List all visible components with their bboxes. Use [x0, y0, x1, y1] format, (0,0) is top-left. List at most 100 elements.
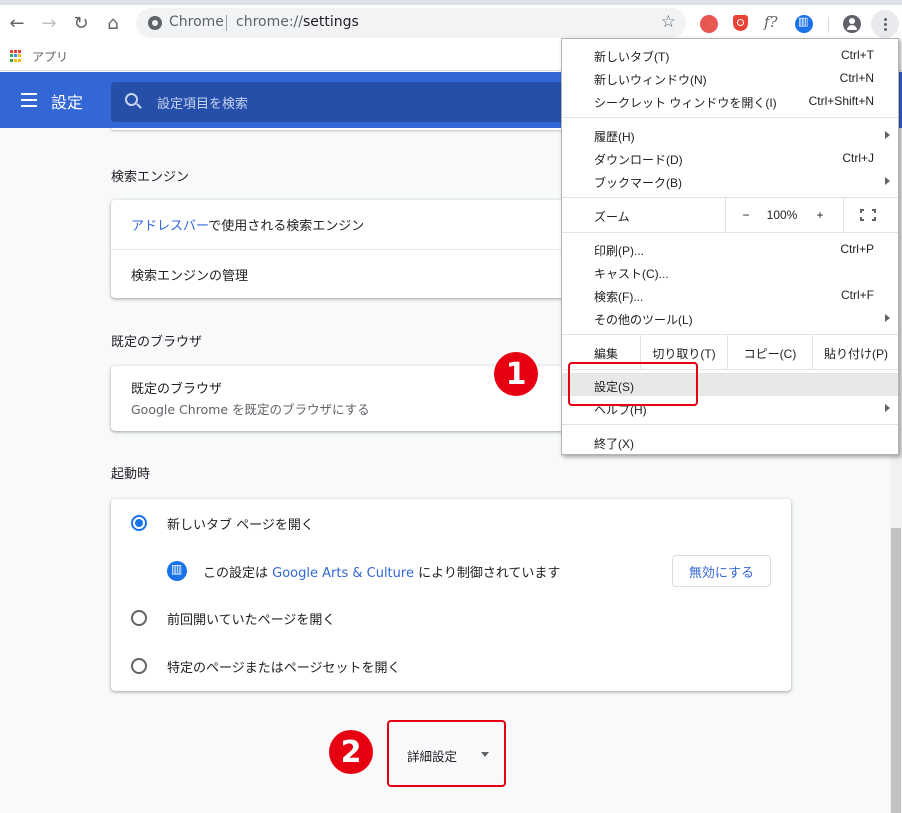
apps-bookmark[interactable]: アプリ — [32, 48, 68, 65]
default-browser-row-title: 既定のブラウザ — [131, 382, 223, 397]
menu-label: 履歴(H) — [594, 130, 635, 144]
red-extension-icon[interactable] — [700, 15, 718, 33]
policy-prefix: この設定は — [203, 566, 273, 581]
cut-button[interactable]: 切り取り(T) — [641, 345, 727, 362]
arrow-right-icon: → — [41, 12, 57, 34]
home-button[interactable]: ⌂ — [99, 9, 127, 37]
reload-icon: ↻ — [73, 12, 89, 34]
advanced-label: 詳細設定 — [407, 749, 458, 764]
menu-label: 新しいタブ(T) — [594, 50, 670, 64]
hamburger-menu-icon[interactable] — [21, 93, 37, 107]
url-text[interactable]: chrome://settings — [236, 14, 359, 30]
row-label: 検索エンジンの管理 — [131, 268, 249, 284]
menu-item-bookmarks[interactable]: ブックマーク(B) — [562, 169, 898, 192]
menu-separator — [562, 232, 898, 233]
submenu-arrow-icon — [885, 404, 890, 412]
back-button[interactable]: ← — [3, 9, 31, 37]
chrome-menu-button[interactable] — [871, 10, 899, 38]
annotation-badge-2: 2 — [329, 730, 373, 774]
copy-button[interactable]: コピー(C) — [728, 345, 812, 362]
menu-label: ダウンロード(D) — [594, 153, 683, 167]
address-bar[interactable]: Chrome chrome://settings ☆ — [136, 8, 686, 38]
menu-label: 新しいウィンドウ(N) — [594, 73, 707, 87]
default-browser-row-subtitle: Google Chrome を既定のブラウザにする — [131, 402, 370, 417]
menu-label: 検索(F)... — [594, 290, 644, 304]
page-title: 設定 — [51, 93, 84, 112]
disable-extension-button[interactable]: 無効にする — [672, 555, 771, 587]
paste-button[interactable]: 貼り付け(P) — [813, 345, 899, 362]
menu-shortcut: Ctrl+N — [839, 71, 874, 85]
zoom-level: 100% — [766, 208, 798, 222]
radio-button[interactable] — [131, 515, 147, 531]
menu-item-history[interactable]: 履歴(H) — [562, 123, 898, 146]
menu-divider — [843, 198, 844, 232]
dropdown-arrow-icon — [481, 752, 489, 757]
shield-extension-icon[interactable] — [733, 15, 748, 31]
profile-avatar-icon[interactable] — [843, 15, 861, 33]
menu-label: 印刷(P)... — [594, 244, 644, 258]
url-path: settings — [303, 14, 359, 30]
menu-separator — [562, 424, 898, 425]
menu-row-zoom: ズーム − 100% + — [562, 198, 898, 232]
arrow-left-icon: ← — [9, 12, 25, 34]
menu-item-cast[interactable]: キャスト(C)... — [562, 260, 898, 283]
section-title-default-browser: 既定のブラウザ — [111, 335, 203, 350]
advanced-settings-button[interactable]: 詳細設定 — [387, 720, 506, 787]
forward-button[interactable]: → — [35, 9, 63, 37]
menu-item-print[interactable]: 印刷(P)... Ctrl+P — [562, 237, 898, 260]
apps-grid-icon[interactable] — [10, 50, 22, 62]
menu-shortcut: Ctrl+F — [841, 288, 874, 302]
reload-button[interactable]: ↻ — [67, 9, 95, 37]
menu-item-exit[interactable]: 終了(X) — [562, 430, 898, 453]
menu-item-new-tab[interactable]: 新しいタブ(T) Ctrl+T — [562, 43, 898, 66]
font-detect-extension-icon[interactable]: f? — [764, 13, 788, 31]
kebab-dot-icon — [883, 17, 887, 21]
menu-label: ブックマーク(B) — [594, 176, 682, 190]
submenu-arrow-icon — [885, 177, 890, 185]
policy-extension-link[interactable]: Google Arts & Culture — [272, 566, 414, 581]
menu-item-more-tools[interactable]: その他のツール(L) — [562, 306, 898, 329]
menu-item-new-window[interactable]: 新しいウィンドウ(N) Ctrl+N — [562, 66, 898, 89]
row-label: で使用される検索エンジン — [208, 219, 365, 234]
menu-divider — [725, 198, 726, 232]
menu-label: シークレット ウィンドウを開く(I) — [594, 96, 777, 110]
scrollbar-thumb[interactable] — [891, 528, 901, 813]
section-title-search-engine: 検索エンジン — [111, 170, 190, 185]
annotation-highlight-settings — [568, 362, 698, 406]
menu-item-incognito[interactable]: シークレット ウィンドウを開く(I) Ctrl+Shift+N — [562, 89, 898, 112]
url-scheme: chrome:// — [236, 14, 303, 30]
browser-toolbar: ← → ↻ ⌂ Chrome chrome://settings ☆ f? — [0, 5, 902, 41]
on-startup-card: 新しいタブ ページを開く この設定は Google Arts & Culture… — [111, 499, 791, 691]
menu-item-downloads[interactable]: ダウンロード(D) Ctrl+J — [562, 146, 898, 169]
menu-label: 編集 — [594, 347, 619, 361]
omnibox-divider — [226, 15, 227, 31]
menu-shortcut: Ctrl+P — [840, 242, 874, 256]
annotation-badge-1: 1 — [494, 352, 538, 396]
kebab-dot-icon — [883, 22, 887, 26]
site-chip: Chrome — [169, 14, 224, 30]
radio-button[interactable] — [131, 610, 147, 626]
zoom-in-button[interactable]: + — [812, 208, 828, 222]
arts-culture-extension-icon[interactable] — [795, 15, 813, 33]
chrome-site-icon — [148, 16, 162, 30]
submenu-arrow-icon — [885, 131, 890, 139]
radio-label: 新しいタブ ページを開く — [167, 518, 314, 533]
home-icon: ⌂ — [107, 12, 119, 34]
bookmark-star-icon[interactable]: ☆ — [661, 12, 676, 32]
radio-button[interactable] — [131, 658, 147, 674]
fullscreen-icon[interactable] — [860, 209, 876, 221]
policy-suffix: により制御されています — [413, 566, 561, 581]
search-placeholder: 設定項目を検索 — [157, 97, 249, 112]
address-bar-link[interactable]: アドレスバー — [131, 219, 208, 234]
submenu-arrow-icon — [885, 314, 890, 322]
toolbar-divider — [828, 17, 829, 33]
menu-shortcut: Ctrl+T — [841, 48, 874, 62]
menu-label: その他のツール(L) — [594, 313, 693, 327]
radio-label: 特定のページまたはページセットを開く — [167, 661, 401, 676]
menu-shortcut: Ctrl+Shift+N — [808, 94, 874, 108]
menu-label: キャスト(C)... — [594, 267, 669, 281]
zoom-out-button[interactable]: − — [738, 208, 754, 222]
settings-search-input[interactable]: 設定項目を検索 — [111, 82, 571, 122]
menu-item-find[interactable]: 検索(F)... Ctrl+F — [562, 283, 898, 306]
policy-notice: この設定は Google Arts & Culture により制御されています — [203, 562, 560, 581]
